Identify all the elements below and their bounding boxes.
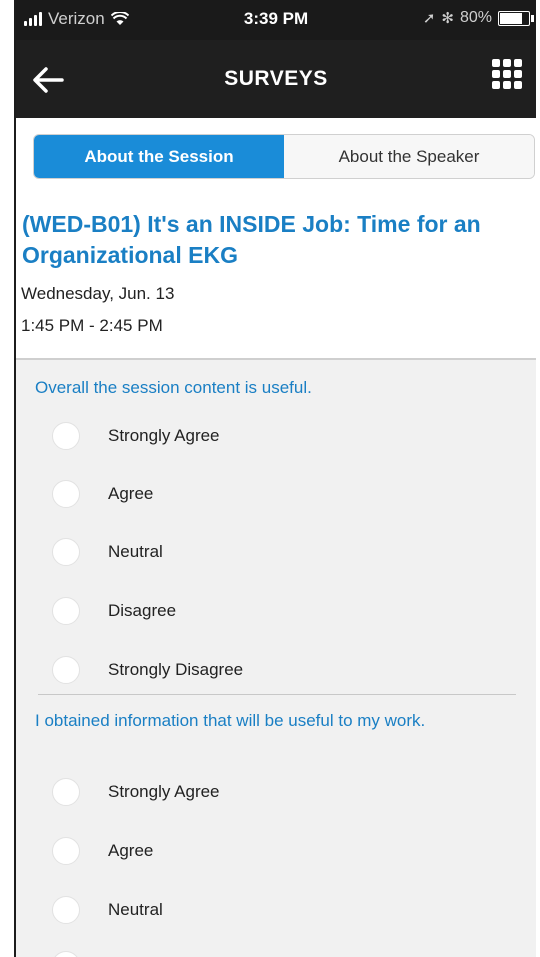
frame-border-left bbox=[14, 0, 16, 957]
battery-cap bbox=[531, 14, 534, 22]
question-divider bbox=[38, 694, 516, 695]
segmented-tabs: About the Session About the Speaker bbox=[33, 134, 535, 179]
option-label: Neutral bbox=[108, 542, 163, 561]
radio-button[interactable] bbox=[52, 656, 80, 684]
frame-border-right bbox=[536, 0, 540, 957]
session-info: (WED-B01) It's an INSIDE Job: Time for a… bbox=[16, 192, 536, 360]
status-right: ➚ ✻ 80% bbox=[422, 9, 534, 27]
app-frame: Verizon 3:39 PM ➚ ✻ 80% SURVEYS About th… bbox=[0, 0, 540, 957]
radio-button[interactable] bbox=[52, 538, 80, 566]
radio-button[interactable] bbox=[52, 422, 80, 450]
q2-option-agree[interactable]: Agree bbox=[52, 831, 502, 871]
question-2-text: I obtained information that will be usef… bbox=[35, 711, 426, 730]
tab-about-session[interactable]: About the Session bbox=[34, 135, 284, 178]
q2-option-next-partial[interactable] bbox=[52, 945, 502, 957]
radio-button[interactable] bbox=[52, 778, 80, 806]
question-1-text: Overall the session content is useful. bbox=[35, 378, 312, 397]
q1-option-agree[interactable]: Agree bbox=[52, 474, 502, 514]
q1-option-strongly-agree[interactable]: Strongly Agree bbox=[52, 416, 502, 456]
navigation-bar: SURVEYS bbox=[16, 40, 536, 118]
location-icon: ➚ bbox=[422, 10, 436, 27]
page-title: SURVEYS bbox=[224, 67, 328, 90]
survey-form: Overall the session content is useful. S… bbox=[16, 360, 536, 957]
battery-fill bbox=[500, 12, 522, 24]
option-label: Strongly Agree bbox=[108, 782, 220, 801]
session-title: (WED-B01) It's an INSIDE Job: Time for a… bbox=[22, 211, 481, 268]
option-label: Strongly Disagree bbox=[108, 660, 244, 679]
option-label: Neutral bbox=[108, 900, 163, 919]
q1-option-strongly-disagree[interactable]: Strongly Disagree bbox=[52, 650, 502, 690]
q2-option-strongly-agree[interactable]: Strongly Agree bbox=[52, 772, 502, 812]
radio-button[interactable] bbox=[52, 480, 80, 508]
status-bar: Verizon 3:39 PM ➚ ✻ 80% bbox=[16, 0, 536, 40]
option-label: Agree bbox=[108, 484, 154, 503]
bluetooth-icon: ✻ bbox=[441, 10, 454, 27]
radio-button[interactable] bbox=[52, 597, 80, 625]
tab-about-speaker[interactable]: About the Speaker bbox=[284, 135, 534, 178]
q2-option-neutral[interactable]: Neutral bbox=[52, 890, 502, 930]
tabs-area: About the Session About the Speaker bbox=[16, 118, 536, 193]
radio-button[interactable] bbox=[52, 896, 80, 924]
q1-option-neutral[interactable]: Neutral bbox=[52, 532, 502, 572]
phone-screen: Verizon 3:39 PM ➚ ✻ 80% SURVEYS About th… bbox=[16, 0, 536, 957]
option-label: Strongly Agree bbox=[108, 426, 220, 445]
radio-button[interactable] bbox=[52, 951, 80, 957]
option-label: Agree bbox=[108, 841, 154, 860]
battery-icon bbox=[498, 10, 534, 26]
battery-percentage: 80% bbox=[459, 9, 492, 26]
radio-button[interactable] bbox=[52, 837, 80, 865]
option-label: Disagree bbox=[108, 601, 177, 620]
session-date: Wednesday, Jun. 13 bbox=[21, 284, 175, 303]
q1-option-disagree[interactable]: Disagree bbox=[52, 591, 502, 631]
session-time: 1:45 PM - 2:45 PM bbox=[21, 316, 163, 335]
grid-menu-icon[interactable] bbox=[492, 59, 522, 89]
